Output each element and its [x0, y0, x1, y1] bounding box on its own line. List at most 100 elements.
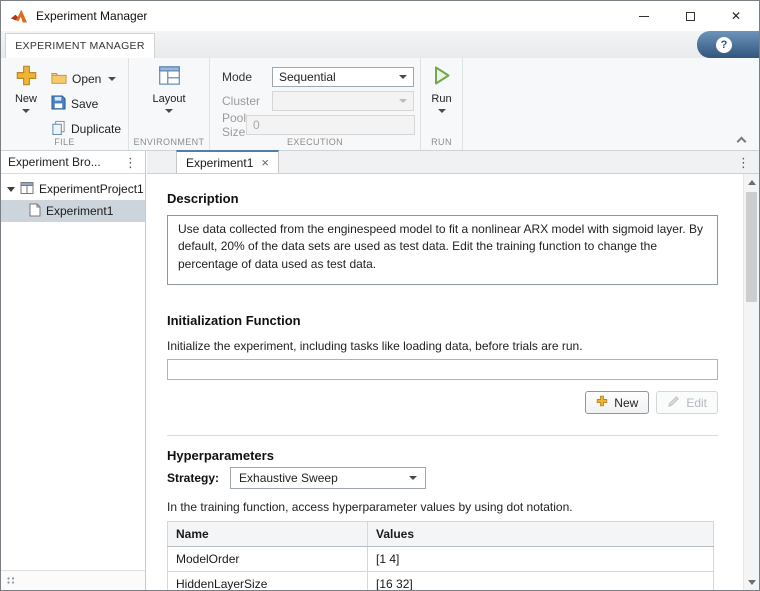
- file-button-stack: Open Save Duplicate: [49, 67, 128, 142]
- file-section-label: FILE: [54, 137, 75, 147]
- description-heading: Description: [167, 191, 239, 206]
- minimize-button[interactable]: [621, 1, 667, 31]
- panel-menu-icon[interactable]: ⋮: [121, 156, 140, 169]
- hp-values-cell[interactable]: [1 4]: [367, 546, 714, 572]
- section-divider: [167, 435, 718, 436]
- hyperparameters-table: Name Values ModelOrder [1 4] HiddenLayer…: [167, 521, 714, 590]
- cluster-row: Cluster: [222, 91, 414, 111]
- maximize-icon: [685, 11, 695, 21]
- new-plus-icon: [596, 395, 608, 410]
- open-button[interactable]: Open: [49, 67, 128, 91]
- experiment-browser-header: Experiment Bro... ⋮: [1, 151, 145, 174]
- layout-icon: [158, 64, 181, 90]
- hp-values-cell[interactable]: [16 32]: [367, 571, 714, 590]
- table-header-row: Name Values: [167, 521, 714, 547]
- duplicate-icon: [51, 120, 66, 138]
- toolstrip: New Open Save Duplicate FILE Layout ENVI…: [1, 58, 759, 151]
- open-button-label: Open: [72, 72, 102, 86]
- project-icon: [20, 181, 34, 198]
- tab-close-icon[interactable]: ×: [261, 156, 269, 169]
- chevron-down-icon: [165, 109, 173, 113]
- pencil-icon: [667, 395, 680, 411]
- initialization-heading: Initialization Function: [167, 313, 301, 328]
- ribbon-tabstrip: EXPERIMENT MANAGER ?: [1, 31, 759, 58]
- hp-name-cell[interactable]: HiddenLayerSize: [167, 571, 368, 590]
- document-area: Experiment1 × ⋮ Description Use data col…: [147, 150, 759, 590]
- init-new-button[interactable]: New: [585, 391, 650, 414]
- close-icon: ✕: [730, 9, 742, 23]
- panel-footer: [1, 570, 145, 590]
- document-tabbar: Experiment1 × ⋮: [147, 150, 759, 174]
- vertical-scrollbar[interactable]: [743, 174, 759, 590]
- description-textarea[interactable]: Use data collected from the enginespeed …: [167, 215, 718, 285]
- arrow-down-icon: [747, 579, 756, 585]
- run-button-label: Run: [431, 93, 452, 105]
- help-button[interactable]: ?: [716, 36, 732, 53]
- layout-button-label: Layout: [152, 93, 186, 105]
- help-band: ?: [697, 31, 759, 58]
- initialization-buttons: New Edit: [167, 391, 718, 414]
- window-controls: ✕: [621, 1, 759, 31]
- strategy-row: Strategy: Exhaustive Sweep: [167, 467, 743, 489]
- init-new-label: New: [614, 395, 639, 410]
- chevron-down-icon: [108, 77, 117, 81]
- cluster-label: Cluster: [222, 94, 261, 108]
- new-plus-icon: [15, 64, 38, 90]
- minimize-icon: [639, 15, 649, 17]
- resize-grip-icon[interactable]: [6, 574, 17, 588]
- folder-icon: [51, 71, 67, 87]
- pool-size-label: Pool Size: [222, 111, 247, 139]
- new-button-label: New: [14, 93, 37, 105]
- tab-experiment-manager[interactable]: EXPERIMENT MANAGER: [5, 33, 155, 58]
- tree-item-project[interactable]: ExperimentProject1: [1, 178, 145, 200]
- collapse-toolstrip-button[interactable]: [736, 135, 750, 147]
- chevron-down-icon: [22, 109, 30, 113]
- run-play-icon: [432, 64, 452, 90]
- close-button[interactable]: ✕: [713, 1, 759, 31]
- title-bar: Experiment Manager ✕: [1, 1, 759, 31]
- new-experiment-button[interactable]: New: [3, 64, 49, 134]
- maximize-button[interactable]: [667, 1, 713, 31]
- mode-dropdown[interactable]: Sequential: [272, 67, 414, 87]
- layout-button[interactable]: Layout: [146, 64, 192, 134]
- strategy-dropdown[interactable]: Exhaustive Sweep: [230, 467, 427, 489]
- experiment-browser-title: Experiment Bro...: [8, 155, 101, 169]
- strategy-label: Strategy:: [167, 471, 220, 485]
- initialization-function-input[interactable]: [167, 359, 718, 380]
- matlab-logo-icon: [11, 9, 27, 23]
- pool-size-input: [246, 115, 416, 135]
- scroll-up-button[interactable]: [744, 174, 759, 190]
- column-header-values: Values: [367, 521, 714, 547]
- experiment-manager-window: Experiment Manager ✕ EXPERIMENT MANAGER …: [0, 0, 760, 591]
- chevron-down-icon: [437, 109, 446, 113]
- chevron-down-icon: [399, 99, 407, 103]
- run-button[interactable]: Run: [419, 64, 465, 134]
- table-row: HiddenLayerSize [16 32]: [167, 571, 714, 590]
- hp-name-cell[interactable]: ModelOrder: [167, 546, 368, 572]
- experiment-browser-panel: Experiment Bro... ⋮ ExperimentProject1 E…: [1, 151, 146, 590]
- column-header-name: Name: [167, 521, 368, 547]
- tab-experiment1[interactable]: Experiment1 ×: [176, 150, 279, 173]
- section-environment: Layout ENVIRONMENT: [129, 58, 210, 150]
- execution-section-label: EXECUTION: [286, 137, 344, 147]
- mode-value: Sequential: [279, 70, 336, 84]
- experiment-doc-icon: [29, 203, 41, 220]
- tree-item-experiment[interactable]: Experiment1: [1, 200, 145, 222]
- save-icon: [51, 95, 66, 113]
- chevron-down-icon: [399, 75, 407, 79]
- expander-icon[interactable]: [7, 186, 15, 192]
- scrollbar-thumb[interactable]: [746, 192, 757, 302]
- cluster-dropdown: [272, 91, 414, 111]
- section-run: Run RUN: [421, 58, 463, 150]
- init-edit-label: Edit: [686, 395, 707, 410]
- chevron-up-icon: [736, 136, 747, 147]
- tree-item-label: Experiment1: [46, 204, 114, 218]
- section-file: New Open Save Duplicate FILE: [1, 58, 129, 150]
- hyperparameters-hint: In the training function, access hyperpa…: [167, 500, 573, 514]
- document-menu-icon[interactable]: ⋮: [734, 151, 753, 174]
- document-content: Description Use data collected from the …: [147, 174, 743, 590]
- window-title: Experiment Manager: [36, 9, 148, 23]
- scroll-down-button[interactable]: [744, 574, 759, 590]
- save-button[interactable]: Save: [49, 92, 128, 116]
- strategy-value: Exhaustive Sweep: [239, 471, 338, 485]
